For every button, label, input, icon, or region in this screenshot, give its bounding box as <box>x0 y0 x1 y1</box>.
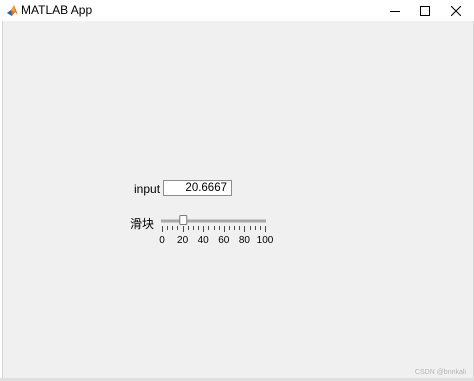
app-canvas <box>2 21 474 378</box>
window-title: MATLAB App <box>21 3 93 17</box>
title-bar: MATLAB App <box>0 0 474 21</box>
slider-label: 滑块 <box>130 217 155 231</box>
slider-tick-label: 0 <box>159 235 165 246</box>
slider-tick-labels: 0 20 40 60 80 100 <box>159 235 274 246</box>
slider[interactable]: 0 20 40 60 80 100 <box>156 210 276 246</box>
slider-tick-label: 20 <box>177 235 189 246</box>
slider-minor-ticks <box>162 226 266 232</box>
slider-tick-label: 60 <box>218 235 230 246</box>
close-button[interactable] <box>438 0 474 21</box>
slider-tick-label: 40 <box>198 235 210 246</box>
maximize-icon <box>420 5 430 16</box>
slider-track <box>161 219 266 223</box>
slider-tick-label: 80 <box>239 235 251 246</box>
watermark: CSDN @bnnkali <box>414 369 466 376</box>
minimize-icon <box>390 10 400 12</box>
slider-tick-label: 100 <box>257 235 274 246</box>
slider-thumb[interactable] <box>179 215 188 225</box>
matlab-logo-icon <box>7 5 18 16</box>
input-label: input <box>134 182 161 196</box>
input-field[interactable]: 20.6667 <box>163 180 232 196</box>
close-icon <box>451 5 461 16</box>
